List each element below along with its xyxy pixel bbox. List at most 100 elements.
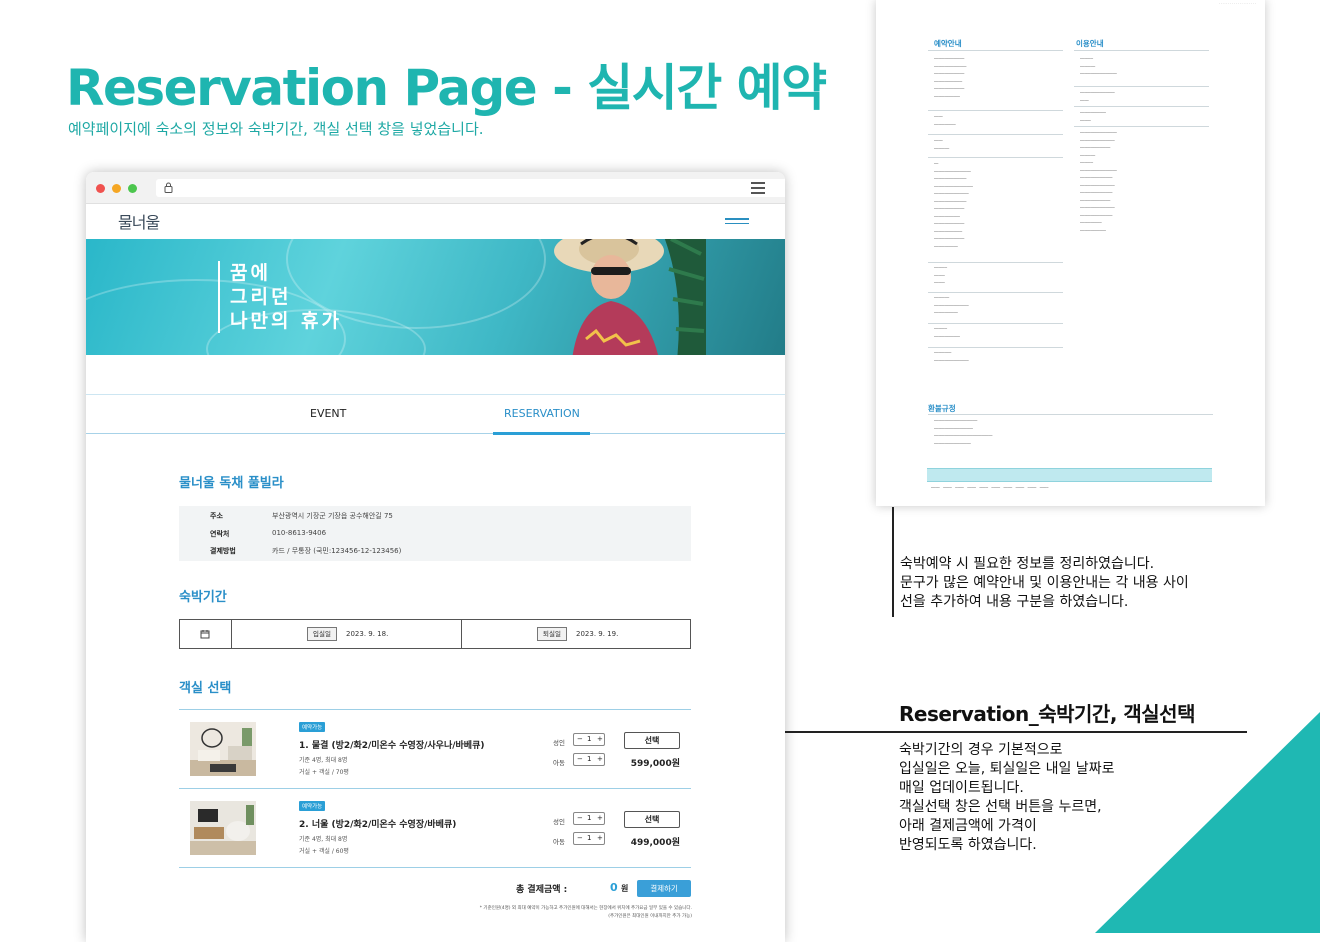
tab-reservation[interactable]: RESERVATION — [504, 407, 580, 420]
room-2-name: 2. 너울 (방2/화2/미온수 수영장/바베큐) — [299, 820, 457, 830]
info-key: 연락처 — [210, 530, 230, 538]
refund-table-header — [927, 468, 1212, 482]
room-divider — [179, 709, 691, 710]
doc-divider — [928, 292, 1063, 293]
total-label: 총 결제금액 : — [516, 885, 568, 895]
checkin-label: 입실일 — [307, 627, 337, 641]
note1-line-1: 숙박예약 시 필요한 정보를 정리하였습니다. — [900, 556, 1155, 572]
browser-menu-icon[interactable] — [751, 182, 765, 194]
info-value: 부산광역시 기장군 기장읍 공수해안길 75 — [272, 512, 393, 520]
checkin-date: 2023. 9. 18. — [346, 630, 389, 638]
refund-table-row: ──── ──── ──── ──── ──── ──── ──── ──── … — [931, 486, 1049, 490]
note2-line-4: 객실선택 창은 선택 버튼을 누르면, — [899, 799, 1102, 815]
doc-text-block: ────── ──────────── — [934, 327, 960, 339]
date-picker[interactable]: 입실일 2023. 9. 18. 퇴실일 2023. 9. 19. — [179, 619, 691, 649]
room-1-badge: 예약가능 — [299, 722, 326, 732]
plus-icon[interactable]: + — [597, 834, 603, 842]
doc-text-block: ─────── ──────────────── ─────────── — [934, 296, 969, 315]
hero-line-1: 꿈에 — [230, 262, 271, 284]
lock-icon — [164, 182, 173, 193]
page-title: Reservation Page - 실시간 예약 — [66, 59, 827, 117]
doc-text-block: ──── ────────── — [934, 115, 956, 127]
tab-event[interactable]: EVENT — [310, 407, 346, 420]
total-amount: 0 — [610, 881, 618, 894]
doc-divider — [928, 110, 1063, 111]
active-tab-indicator — [493, 432, 590, 435]
doc-text-block: ────── ─────── ───────────────── — [1080, 57, 1117, 76]
plus-icon[interactable]: + — [597, 735, 603, 743]
note2-line-5: 아래 결제금액에 가격이 — [899, 818, 1037, 834]
doc-divider — [928, 414, 1213, 415]
room-1-price: 599,000원 — [630, 759, 680, 769]
room-2-layout: 거실 + 객실 / 60평 — [299, 848, 349, 855]
minus-icon[interactable]: − — [577, 814, 583, 822]
doc-divider — [928, 262, 1063, 263]
doc-divider — [928, 50, 1063, 51]
doc-text-block: ──── ─────── — [934, 139, 950, 151]
pay-button[interactable]: 결제하기 — [637, 880, 691, 897]
browser-window: ☆ 물너울 꿈에 그리던 나만의 휴가 EVENT RESERVATIO — [86, 172, 785, 942]
note-stay-room: 숙박기간의 경우 기본적으로 입실일은 오늘, 퇴실일은 내일 날짜로 매일 업… — [899, 741, 1114, 855]
doc-divider — [928, 323, 1063, 324]
site-header: 물너울 — [86, 204, 785, 239]
room-1-select-button[interactable]: 선택 — [624, 732, 680, 749]
room-2-select-button[interactable]: 선택 — [624, 811, 680, 828]
note2-line-1: 숙박기간의 경우 기본적으로 — [899, 742, 1063, 758]
room-2-child-count: 1 — [587, 834, 592, 842]
stay-title: 숙박기간 — [179, 590, 227, 605]
doc-divider — [928, 347, 1063, 348]
doc-divider — [1074, 126, 1209, 127]
hero-woman-image — [554, 239, 706, 355]
fine-print-1: * 기준인원(4명) 외 최대 예약이 가능하고 추가인원에 대해서는 현장에서… — [479, 906, 692, 911]
room-1-adult-label: 성인 — [553, 739, 565, 747]
room-2-child-label: 아동 — [553, 838, 565, 846]
minus-icon[interactable]: − — [577, 834, 583, 842]
checkout-cell[interactable]: 퇴실일 2023. 9. 19. — [461, 620, 690, 648]
hero-tagline: 꿈에 그리던 나만의 휴가 — [218, 261, 342, 333]
rooms-title: 객실 선택 — [179, 681, 232, 696]
room-2-adult-count: 1 — [587, 814, 592, 822]
maximize-dot[interactable] — [128, 184, 137, 193]
property-info-table: 주소 부산광역시 기장군 기장읍 공수해안길 75 연락처 010-8613-9… — [179, 506, 691, 561]
doc-divider — [928, 157, 1063, 158]
minus-icon[interactable]: − — [577, 755, 583, 763]
room-1-child-count: 1 — [587, 755, 592, 763]
property-title: 물너울 독채 풀빌라 — [179, 476, 284, 491]
note2-line-6: 반영되도록 하였습니다. — [899, 837, 1037, 853]
plus-icon[interactable]: + — [597, 755, 603, 763]
total-unit: 원 — [621, 884, 629, 893]
note2-line-2: 입실일은 오늘, 퇴실일은 내일 날짜로 — [899, 761, 1115, 777]
note-info-summary: 숙박예약 시 필요한 정보를 정리하였습니다. 문구가 많은 예약안내 및 이용… — [900, 555, 1189, 612]
room-2-capacity: 기준 4명, 최대 8명 — [299, 836, 348, 843]
doc-section-reservation: 예약안내 — [934, 39, 962, 48]
note1-line-2: 문구가 많은 예약안내 및 이용안내는 각 내용 사이 — [900, 575, 1189, 591]
calendar-icon[interactable] — [200, 629, 210, 639]
info-key: 주소 — [210, 512, 223, 520]
hero-banner: 꿈에 그리던 나만의 휴가 — [86, 239, 785, 355]
doc-divider — [1074, 86, 1209, 87]
fine-print-2: (추가인원은 최대인원 이내까지만 추가 가능) — [608, 914, 692, 919]
doc-text-block: ────────────────────────────────────────… — [934, 162, 973, 249]
info-key: 결제방법 — [210, 547, 236, 555]
doc-text-block: ────── ───── ───── — [934, 266, 947, 285]
address-bar[interactable]: ☆ — [156, 179, 785, 197]
checkin-cell[interactable]: 입실일 2023. 9. 18. — [231, 620, 461, 648]
room-1-child-stepper[interactable]: − 1 + — [573, 753, 605, 766]
doc-divider — [1074, 106, 1209, 107]
doc-divider — [1074, 50, 1209, 51]
room-1-adult-stepper[interactable]: − 1 + — [573, 733, 605, 746]
site-logo[interactable]: 물너울 — [118, 209, 160, 233]
minus-icon[interactable]: − — [577, 735, 583, 743]
room-2-child-stepper[interactable]: − 1 + — [573, 832, 605, 845]
close-dot[interactable] — [96, 184, 105, 193]
plus-icon[interactable]: + — [597, 814, 603, 822]
minimize-dot[interactable] — [112, 184, 121, 193]
site-menu-icon[interactable] — [725, 218, 749, 226]
room-2-badge: 예약가능 — [299, 801, 326, 811]
room-1-name: 1. 물결 (방2/화2/미온수 수영장/사우나/바베큐) — [299, 741, 485, 751]
doc-text-block: ──────── ──────────────── — [934, 351, 969, 363]
room-2-adult-stepper[interactable]: − 1 + — [573, 812, 605, 825]
info-value: 카드 / 무통장 (국민:123456-12-123456) — [272, 547, 402, 555]
info-document: · · · · · · · · · · · · · · · · · · · · … — [876, 0, 1265, 506]
room-1-layout: 거실 + 객실 / 70평 — [299, 769, 349, 776]
